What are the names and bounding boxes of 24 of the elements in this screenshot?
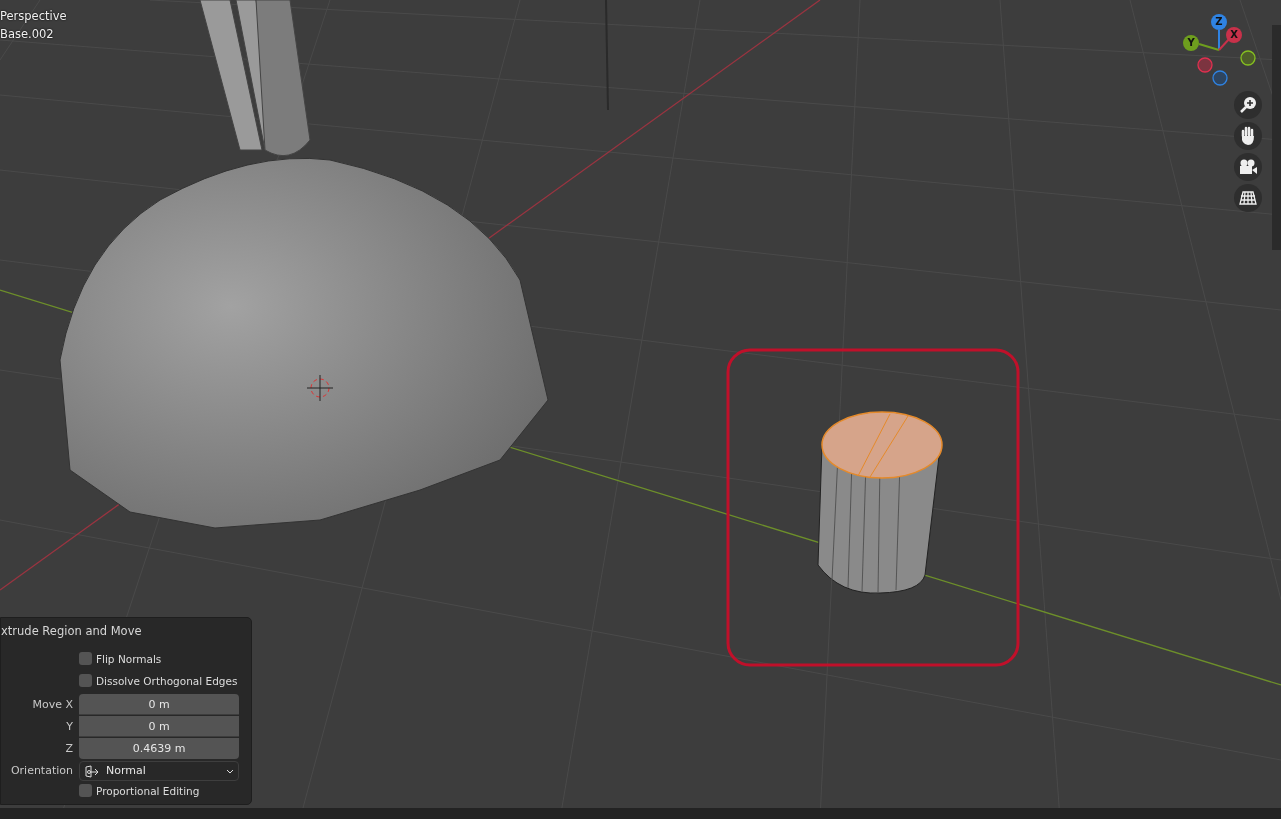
field-label: Z [65,742,73,755]
panel-title: xtrude Region and Move [1,623,143,640]
dropdown-value: Normal [106,763,147,779]
checkbox[interactable]: Dissolve Orthogonal Edges [79,673,238,688]
field-label: Move X [32,698,73,711]
orientation-icon [84,764,100,778]
field-label: Orientation [10,764,73,777]
axis-ball[interactable]: X [1226,27,1242,43]
number-field[interactable]: 0 m [79,716,239,738]
number-field[interactable]: 0 m [79,694,239,716]
axis-ball[interactable]: Y [1183,35,1199,51]
zoom-icon[interactable] [1234,91,1262,119]
number-field[interactable]: 0.4639 m [79,738,239,760]
field-label: Y [66,720,73,733]
view-name-label: Perspective [0,11,67,23]
chevron-icon [226,768,234,774]
grid-icon[interactable] [1234,184,1262,212]
hand-icon[interactable] [1234,122,1262,150]
camera-icon[interactable] [1234,153,1262,181]
checkbox[interactable]: Proportional Editing [79,783,200,798]
axis-ball[interactable]: Z [1211,14,1227,30]
object-name-label: Base.002 [0,29,54,41]
orientation-dropdown[interactable]: Normal [79,761,239,782]
checkbox[interactable]: Flip Normals [79,651,162,666]
